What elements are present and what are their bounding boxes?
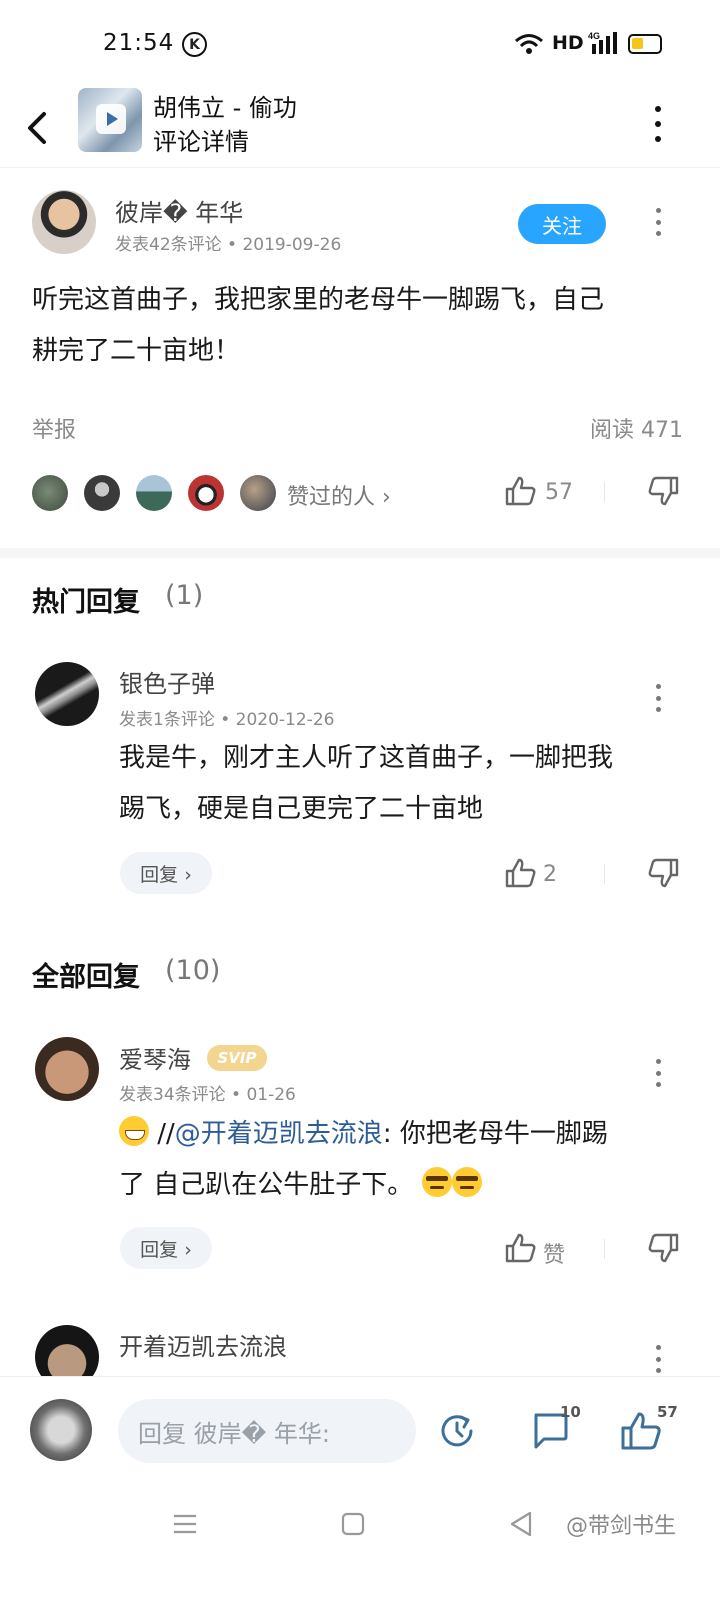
network-type-label: 4G bbox=[588, 31, 600, 41]
report-link[interactable]: 举报 bbox=[32, 412, 76, 444]
hd-indicator: HD bbox=[552, 32, 584, 54]
thumbs-up-icon[interactable] bbox=[505, 476, 537, 506]
svip-badge: SVIP bbox=[207, 1045, 267, 1071]
like-count: 2 bbox=[543, 862, 557, 887]
avatar[interactable] bbox=[35, 1037, 99, 1101]
divider bbox=[604, 1239, 605, 1259]
reply-text-line2: 踢飞，硬是自己更完了二十亩地 bbox=[119, 794, 484, 824]
reply-button[interactable]: 回复 › bbox=[120, 852, 212, 894]
comment-more-icon[interactable] bbox=[653, 208, 663, 236]
thumbs-down-icon[interactable] bbox=[647, 1233, 679, 1263]
read-count: 阅读 471 bbox=[590, 418, 683, 443]
reply-more-icon[interactable] bbox=[653, 1059, 663, 1087]
comment-meta: 发表42条评论 • 2019-09-26 bbox=[115, 235, 342, 255]
play-icon[interactable] bbox=[96, 104, 126, 134]
reply-more-icon[interactable] bbox=[653, 1345, 663, 1373]
song-title: 胡伟立 - 偷功 bbox=[153, 94, 297, 122]
hot-replies-title: 热门回复 bbox=[32, 587, 140, 618]
follow-button[interactable]: 关注 bbox=[518, 204, 606, 244]
wifi-icon bbox=[515, 34, 543, 54]
reply-text-line2-text: 了 自己趴在公牛肚子下。 bbox=[119, 1170, 414, 1200]
liker-avatar[interactable] bbox=[136, 475, 172, 511]
nav-bar: 胡伟立 - 偷功 评论详情 bbox=[0, 88, 720, 168]
comment-text-line2: 耕完了二十亩地！ bbox=[32, 336, 241, 366]
system-nav-bar bbox=[0, 1490, 720, 1600]
status-bar: 21:54 K HD 4G bbox=[0, 0, 720, 90]
song-cover-thumbnail[interactable] bbox=[78, 88, 142, 152]
reply-input[interactable]: 回复 彼岸� 年华: bbox=[118, 1399, 416, 1463]
avatar[interactable] bbox=[35, 662, 99, 726]
thumbs-down-icon[interactable] bbox=[647, 858, 679, 888]
divider bbox=[604, 482, 605, 502]
reply-meta: 发表34条评论 • 01-26 bbox=[119, 1085, 296, 1105]
reply-prefix: // bbox=[157, 1119, 175, 1149]
divider bbox=[604, 864, 605, 884]
reply-meta: 发表1条评论 • 2020-12-26 bbox=[119, 710, 335, 730]
avatar[interactable] bbox=[32, 190, 96, 254]
reply-text-line1: 我是牛，刚才主人听了这首曲子，一脚把我 bbox=[119, 743, 614, 773]
liker-avatar[interactable] bbox=[84, 475, 120, 511]
thumbs-down-icon[interactable] bbox=[647, 476, 679, 506]
comment-text-line1: 听完这首曲子，我把家里的老母牛一脚踢飞，自己 bbox=[32, 285, 605, 315]
liker-avatar[interactable] bbox=[32, 475, 68, 511]
reply-username[interactable]: 开着迈凯去流浪 bbox=[119, 1327, 287, 1362]
cool-emoji-icon bbox=[451, 1167, 482, 1197]
comment-count-badge: 10 bbox=[560, 1403, 581, 1421]
k-app-icon: K bbox=[182, 32, 207, 57]
like-count-badge: 57 bbox=[657, 1403, 678, 1421]
reply-text-line2: 了 自己趴在公牛肚子下。 bbox=[119, 1160, 482, 1211]
liker-avatar[interactable] bbox=[240, 475, 276, 511]
mention-link[interactable]: @开着迈凯去流浪 bbox=[175, 1119, 383, 1149]
likers-link[interactable]: 赞过的人 › bbox=[287, 479, 391, 511]
like-count: 57 bbox=[545, 480, 573, 505]
status-time: 21:54 bbox=[103, 30, 175, 56]
page-title: 评论详情 bbox=[153, 128, 249, 156]
thumbs-up-icon[interactable] bbox=[505, 858, 537, 888]
reply-more-icon[interactable] bbox=[653, 684, 663, 712]
reply-button[interactable]: 回复 › bbox=[120, 1227, 212, 1269]
cool-emoji-icon bbox=[421, 1167, 452, 1197]
like-icon[interactable] bbox=[620, 1411, 662, 1451]
more-options-icon[interactable] bbox=[651, 106, 665, 142]
back-arrow-icon[interactable] bbox=[22, 108, 52, 148]
reply-text-rest: : 你把老母牛一脚踢 bbox=[382, 1119, 608, 1149]
hot-replies-count: (1) bbox=[165, 580, 204, 611]
signal-icon: 4G bbox=[588, 31, 617, 54]
comment-username[interactable]: 彼岸� 年华 bbox=[115, 193, 243, 228]
liker-avatar[interactable] bbox=[188, 475, 224, 511]
section-separator bbox=[0, 548, 720, 558]
all-replies-count: (10) bbox=[165, 955, 221, 986]
watermark: @带剑书生 bbox=[566, 1514, 677, 1539]
menu-icon[interactable] bbox=[172, 1512, 198, 1536]
all-replies-title: 全部回复 bbox=[32, 962, 140, 993]
battery-icon bbox=[628, 34, 662, 54]
home-icon[interactable] bbox=[341, 1512, 365, 1536]
back-triangle-icon[interactable] bbox=[508, 1510, 534, 1538]
bottom-bar: 回复 彼岸� 年华: 10 57 bbox=[0, 1376, 720, 1486]
thumbs-up-icon[interactable] bbox=[505, 1233, 537, 1263]
reply-username[interactable]: 爱琴海 bbox=[119, 1040, 191, 1075]
refresh-icon[interactable] bbox=[437, 1411, 477, 1451]
grin-emoji-icon bbox=[119, 1116, 149, 1146]
reply-username[interactable]: 银色子弹 bbox=[119, 664, 215, 699]
reply-text-line1: //@开着迈凯去流浪: 你把老母牛一脚踢 bbox=[119, 1109, 608, 1160]
like-label[interactable]: 赞 bbox=[543, 1237, 565, 1269]
my-avatar[interactable] bbox=[30, 1399, 92, 1461]
